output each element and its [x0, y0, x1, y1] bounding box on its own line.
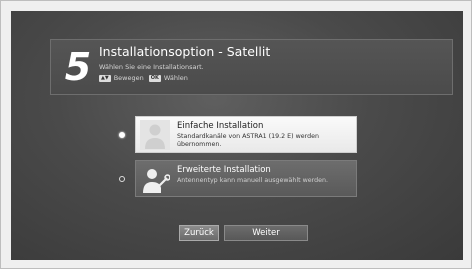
person-icon — [140, 120, 170, 150]
person-wrench-icon — [143, 169, 170, 193]
updown-key-icon: ▲▼ — [99, 74, 111, 82]
ok-key-icon: OK — [148, 74, 161, 82]
radio-simple-installation[interactable] — [119, 132, 125, 138]
option-simple-description: Standardkanäle von ASTRA1 (19.2 E) werde… — [177, 133, 319, 148]
option-advanced-title: Erweiterte Installation — [177, 165, 271, 175]
header-panel: 5 Installationsoption - Satellit Wählen … — [50, 39, 453, 95]
hint-move: ▲▼ Bewegen — [99, 74, 144, 82]
step-number: 5 — [64, 45, 92, 89]
option-simple-installation[interactable]: Einfache Installation Standardkanäle von… — [135, 116, 357, 153]
installation-screen: 5 Installationsoption - Satellit Wählen … — [11, 11, 463, 260]
tv-frame: 5 Installationsoption - Satellit Wählen … — [0, 0, 472, 269]
back-button[interactable]: Zurück — [179, 225, 219, 241]
hint-select-label: Wählen — [163, 74, 188, 82]
hint-move-label: Bewegen — [113, 74, 144, 82]
option-simple-title: Einfache Installation — [177, 121, 264, 131]
page-title: Installationsoption - Satellit — [99, 44, 271, 59]
next-button[interactable]: Weiter — [224, 225, 308, 241]
hint-select: OK Wählen — [148, 74, 188, 82]
option-advanced-description: Antennentyp kann manuell ausgewählt werd… — [177, 177, 328, 184]
page-subtitle: Wählen Sie eine Installationsart. — [99, 63, 204, 71]
option-advanced-installation[interactable]: Erweiterte Installation Antennentyp kann… — [135, 160, 357, 197]
key-hints: ▲▼ Bewegen OK Wählen — [99, 73, 188, 83]
radio-advanced-installation[interactable] — [119, 176, 125, 182]
